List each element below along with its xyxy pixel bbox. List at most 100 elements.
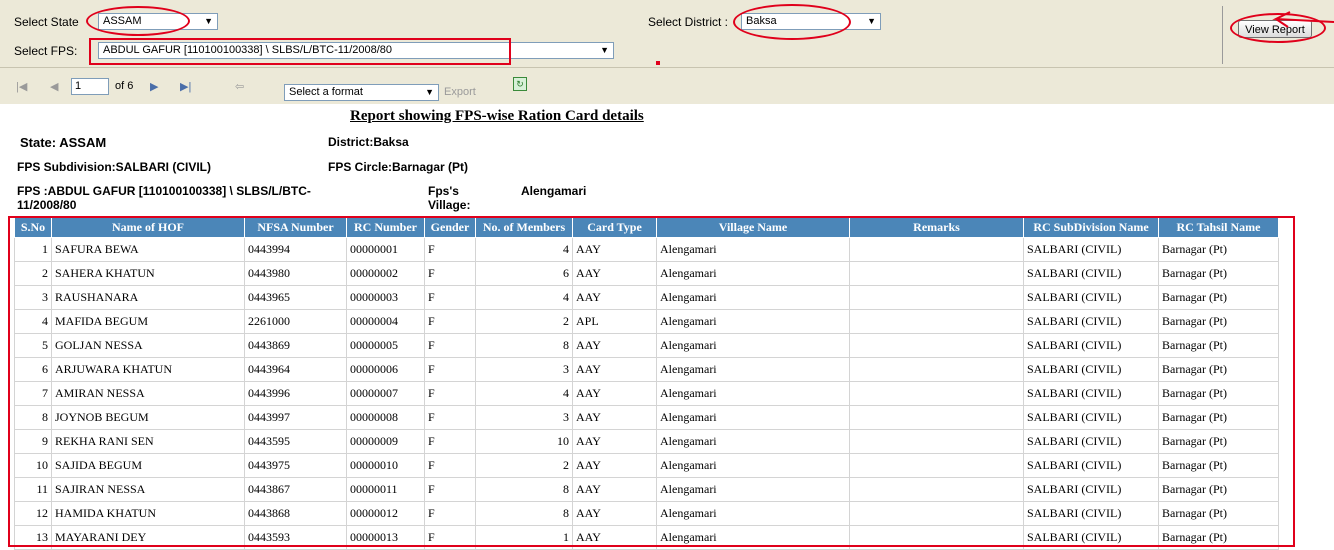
export-link[interactable]: Export — [444, 86, 476, 98]
table-cell: 1 — [14, 237, 52, 262]
table-cell: Barnagar (Pt) — [1158, 261, 1279, 286]
district-label: Select District : — [648, 15, 729, 29]
table-cell: AAY — [572, 237, 657, 262]
table-cell: HAMIDA KHATUN — [51, 501, 245, 526]
table-row: 7 AMIRAN NESSA 0443996 00000007 F 4 AAY Alengam… — [14, 381, 1279, 406]
table-cell: 0443975 — [244, 453, 347, 478]
table-cell: 12 — [14, 501, 52, 526]
column-header: S.No — [14, 217, 52, 238]
table-cell: 0443868 — [244, 501, 347, 526]
table-cell — [849, 525, 1024, 550]
table-cell: Barnagar (Pt) — [1158, 285, 1279, 310]
table-cell: Alengamari — [656, 453, 850, 478]
table-cell: Alengamari — [656, 429, 850, 454]
fps-label: Select FPS: — [14, 44, 78, 58]
district-select-value: Baksa — [746, 15, 777, 27]
table-cell: AAY — [572, 453, 657, 478]
table-cell: F — [424, 405, 476, 430]
table-cell: 2 — [475, 453, 573, 478]
table-cell: 4 — [475, 237, 573, 262]
table-cell: AAY — [572, 501, 657, 526]
table-cell: SALBARI (CIVIL) — [1023, 477, 1159, 502]
fps-village-label-line1: Fps's — [428, 184, 459, 198]
table-cell: SALBARI (CIVIL) — [1023, 285, 1159, 310]
table-cell: Barnagar (Pt) — [1158, 309, 1279, 334]
back-to-parent-icon[interactable]: ⇦ — [235, 80, 244, 93]
table-cell: 00000004 — [346, 309, 425, 334]
table-cell: F — [424, 525, 476, 550]
table-cell: SALBARI (CIVIL) — [1023, 501, 1159, 526]
column-header: RC SubDivision Name — [1023, 217, 1159, 238]
table-row: 1 SAFURA BEWA 0443994 00000001 F 4 AAY Alengama… — [14, 237, 1279, 262]
table-cell: 3 — [475, 405, 573, 430]
table-cell: 0443996 — [244, 381, 347, 406]
table-cell: GOLJAN NESSA — [51, 333, 245, 358]
table-cell: SALBARI (CIVIL) — [1023, 525, 1159, 550]
table-cell: SALBARI (CIVIL) — [1023, 381, 1159, 406]
table-cell: Alengamari — [656, 501, 850, 526]
report-state: State: ASSAM — [20, 135, 107, 150]
last-page-icon[interactable]: ▶| — [180, 80, 191, 93]
table-cell: SALBARI (CIVIL) — [1023, 429, 1159, 454]
table-cell: REKHA RANI SEN — [51, 429, 245, 454]
table-cell: F — [424, 381, 476, 406]
table-row: 10 SAJIDA BEGUM 0443975 00000010 F 2 AAY Alenga… — [14, 453, 1279, 478]
previous-page-icon[interactable]: ◀ — [50, 80, 58, 93]
column-header: Village Name — [656, 217, 850, 238]
fps-select[interactable]: ABDUL GAFUR [110100100338] \ SLBS/L/BTC-… — [98, 42, 614, 59]
table-cell: Barnagar (Pt) — [1158, 501, 1279, 526]
report-title: Report showing FPS-wise Ration Card deta… — [350, 108, 644, 124]
table-cell: SAJIRAN NESSA — [51, 477, 245, 502]
district-select[interactable]: Baksa ▼ — [741, 13, 881, 30]
report-fps-line2: 11/2008/80 — [17, 198, 77, 212]
next-page-icon[interactable]: ▶ — [150, 80, 158, 93]
table-cell: F — [424, 285, 476, 310]
column-header: No. of Members — [475, 217, 573, 238]
table-cell: 0443869 — [244, 333, 347, 358]
table-cell — [849, 309, 1024, 334]
table-cell: 00000009 — [346, 429, 425, 454]
table-cell: ARJUWARA KHATUN — [51, 357, 245, 382]
table-row: 4 MAFIDA BEGUM 2261000 00000004 F 2 APL Alengam… — [14, 309, 1279, 334]
table-cell: Barnagar (Pt) — [1158, 477, 1279, 502]
export-format-select[interactable]: Select a format ▼ — [284, 84, 439, 101]
table-cell: 4 — [475, 285, 573, 310]
table-cell: F — [424, 501, 476, 526]
table-header-row: S.No Name of HOF NFSA Number RC Number Gende… — [14, 217, 1279, 238]
report-district: District:Baksa — [328, 135, 409, 149]
table-cell: 00000005 — [346, 333, 425, 358]
panel-divider — [1222, 6, 1223, 64]
table-cell: 00000013 — [346, 525, 425, 550]
table-cell: 8 — [14, 405, 52, 430]
table-cell: 00000008 — [346, 405, 425, 430]
table-cell: Alengamari — [656, 237, 850, 262]
chevron-down-icon: ▼ — [867, 16, 876, 26]
table-row: 13 MAYARANI DEY 0443593 00000013 F 1 AAY Alenga… — [14, 525, 1279, 550]
table-cell: AAY — [572, 357, 657, 382]
table-cell: 4 — [475, 381, 573, 406]
report-fps-subdivision: FPS Subdivision:SALBARI (CIVIL) — [17, 160, 211, 174]
table-cell: Barnagar (Pt) — [1158, 381, 1279, 406]
refresh-icon[interactable]: ↻ — [513, 77, 527, 91]
table-row: 11 SAJIRAN NESSA 0443867 00000011 F 8 AAY Aleng… — [14, 477, 1279, 502]
page-number-input[interactable]: 1 — [71, 78, 109, 95]
table-cell: Alengamari — [656, 405, 850, 430]
table-cell: Barnagar (Pt) — [1158, 405, 1279, 430]
table-cell: Alengamari — [656, 525, 850, 550]
state-select[interactable]: ASSAM ▼ — [98, 13, 218, 30]
column-header: Gender — [424, 217, 476, 238]
table-cell: 00000012 — [346, 501, 425, 526]
table-cell: AAY — [572, 429, 657, 454]
table-cell: SAFURA BEWA — [51, 237, 245, 262]
chevron-down-icon: ▼ — [425, 87, 434, 97]
chevron-down-icon: ▼ — [204, 16, 213, 26]
ration-card-table: S.No Name of HOF NFSA Number RC Number Gende… — [14, 217, 1279, 550]
table-cell: SAHERA KHATUN — [51, 261, 245, 286]
table-cell — [849, 501, 1024, 526]
table-cell: 00000002 — [346, 261, 425, 286]
table-cell — [849, 237, 1024, 262]
table-cell: 4 — [14, 309, 52, 334]
table-cell: MAFIDA BEGUM — [51, 309, 245, 334]
first-page-icon[interactable]: |◀ — [16, 80, 27, 93]
table-cell: 0443964 — [244, 357, 347, 382]
